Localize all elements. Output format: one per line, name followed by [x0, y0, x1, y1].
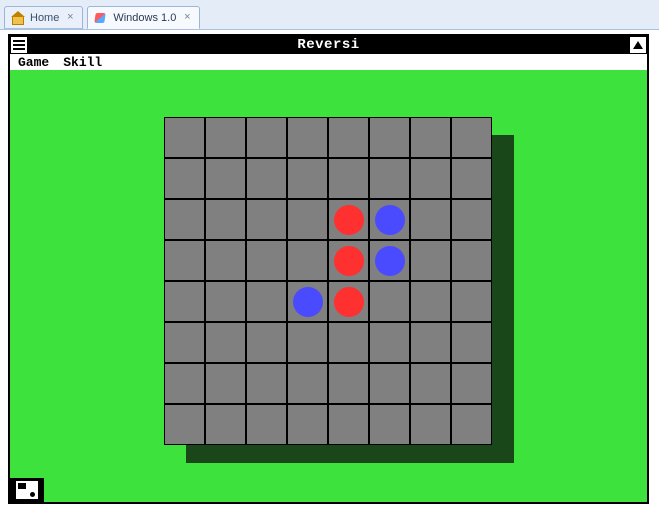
board-cell[interactable] [369, 199, 410, 240]
close-icon[interactable]: × [181, 12, 193, 24]
board-cell[interactable] [287, 281, 328, 322]
piece-red [334, 287, 364, 317]
menu-game[interactable]: Game [18, 55, 49, 70]
board-cell[interactable] [410, 199, 451, 240]
board-cell[interactable] [287, 199, 328, 240]
board-cell[interactable] [205, 404, 246, 445]
board-cell[interactable] [369, 363, 410, 404]
board-cell[interactable] [369, 322, 410, 363]
board-cell[interactable] [451, 240, 492, 281]
menu-skill[interactable]: Skill [63, 55, 102, 70]
board-cell[interactable] [410, 281, 451, 322]
board-cell[interactable] [164, 404, 205, 445]
board-cell[interactable] [451, 363, 492, 404]
board-cell[interactable] [369, 117, 410, 158]
browser-tab-windows[interactable]: Windows 1.0 × [87, 6, 200, 29]
board-cell[interactable] [328, 322, 369, 363]
board-cell[interactable] [246, 404, 287, 445]
board-cell[interactable] [451, 281, 492, 322]
titlebar[interactable]: Reversi [10, 36, 647, 54]
taskbar [10, 478, 44, 502]
board-cell[interactable] [451, 158, 492, 199]
piece-red [334, 205, 364, 235]
minimized-app-icon[interactable] [16, 481, 38, 499]
board-cell[interactable] [287, 117, 328, 158]
board-cell[interactable] [246, 158, 287, 199]
board-cell[interactable] [205, 199, 246, 240]
board-cell[interactable] [287, 240, 328, 281]
board-cell[interactable] [246, 117, 287, 158]
board-cell[interactable] [164, 281, 205, 322]
piece-blue [293, 287, 323, 317]
board-cell[interactable] [451, 199, 492, 240]
board-cell[interactable] [369, 404, 410, 445]
browser-tab-home[interactable]: Home × [4, 6, 83, 29]
tab-label: Windows 1.0 [113, 12, 176, 24]
board-cell[interactable] [205, 117, 246, 158]
board-cell[interactable] [205, 281, 246, 322]
close-icon[interactable]: × [64, 12, 76, 24]
board-cell[interactable] [287, 158, 328, 199]
app-window: Reversi Game Skill [8, 34, 649, 504]
board-cell[interactable] [328, 363, 369, 404]
board-cell[interactable] [205, 363, 246, 404]
maximize-icon [633, 41, 643, 49]
window-title: Reversi [10, 37, 647, 53]
board-cell[interactable] [410, 404, 451, 445]
board-cell[interactable] [205, 322, 246, 363]
reversi-board [164, 117, 492, 445]
piece-blue [375, 205, 405, 235]
board-cell[interactable] [328, 281, 369, 322]
board-cell[interactable] [410, 158, 451, 199]
tab-label: Home [30, 12, 59, 24]
board-cell[interactable] [164, 322, 205, 363]
board-cell[interactable] [328, 404, 369, 445]
menubar: Game Skill [10, 54, 647, 71]
board-cell[interactable] [328, 240, 369, 281]
board-cell[interactable] [164, 363, 205, 404]
board-cell[interactable] [451, 117, 492, 158]
board-cell[interactable] [287, 322, 328, 363]
piece-red [334, 246, 364, 276]
maximize-button[interactable] [629, 36, 647, 54]
game-area [10, 70, 647, 502]
windows-icon [94, 11, 108, 25]
board-cell[interactable] [164, 158, 205, 199]
board-cell[interactable] [246, 281, 287, 322]
home-icon [11, 11, 25, 25]
piece-blue [375, 246, 405, 276]
board-cell[interactable] [328, 158, 369, 199]
browser-tabstrip: Home × Windows 1.0 × [0, 0, 659, 30]
board-cell[interactable] [205, 158, 246, 199]
board-cell[interactable] [451, 322, 492, 363]
board-cell[interactable] [451, 404, 492, 445]
board-cell[interactable] [287, 363, 328, 404]
board-cell[interactable] [410, 117, 451, 158]
board-cell[interactable] [410, 240, 451, 281]
board-cell[interactable] [328, 199, 369, 240]
board-cell[interactable] [328, 117, 369, 158]
board-cell[interactable] [369, 158, 410, 199]
board-cell[interactable] [369, 281, 410, 322]
board-cell[interactable] [410, 363, 451, 404]
board-cell[interactable] [246, 363, 287, 404]
board-cell[interactable] [164, 199, 205, 240]
board-cell[interactable] [246, 199, 287, 240]
menu-icon [13, 40, 25, 50]
board-cell[interactable] [164, 240, 205, 281]
board-cell[interactable] [205, 240, 246, 281]
board-cell[interactable] [287, 404, 328, 445]
board-cell[interactable] [369, 240, 410, 281]
system-menu-button[interactable] [10, 36, 28, 54]
board-cell[interactable] [246, 322, 287, 363]
board-cell[interactable] [164, 117, 205, 158]
board-cell[interactable] [410, 322, 451, 363]
board-cell[interactable] [246, 240, 287, 281]
